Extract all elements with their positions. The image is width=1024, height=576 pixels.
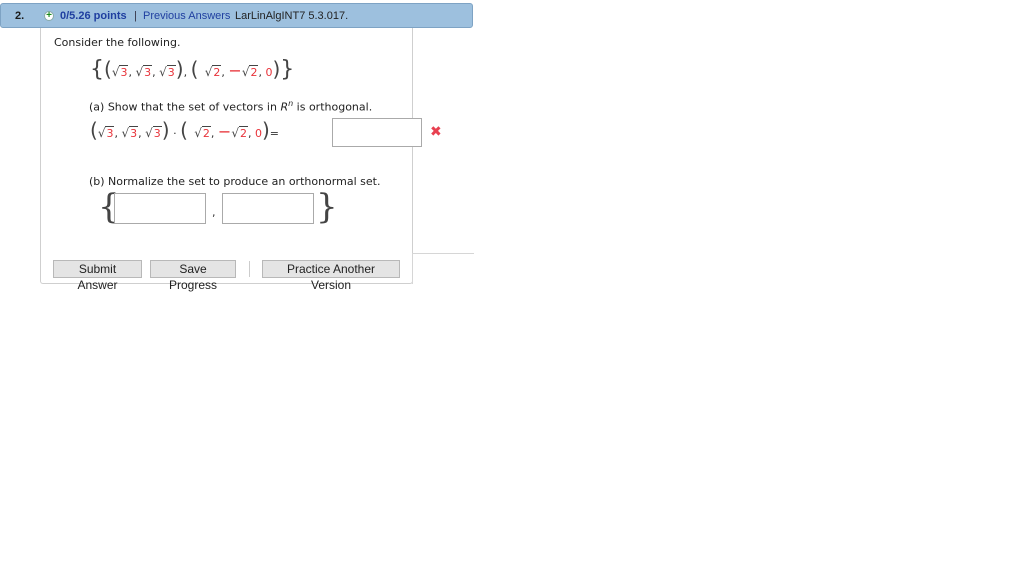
- right-paren: ): [175, 57, 184, 81]
- equals-sign: =: [269, 127, 280, 140]
- question-intro: Consider the following.: [54, 36, 181, 49]
- button-divider: [249, 261, 250, 277]
- vector2-component: 0: [254, 127, 262, 140]
- left-paren: (: [104, 57, 112, 81]
- sqrt-symbol: √: [145, 126, 153, 140]
- incorrect-x-icon: ✖: [430, 124, 442, 140]
- minus-sign: −: [217, 122, 232, 141]
- sqrt-symbol: √: [159, 65, 167, 79]
- comma: ,: [210, 127, 218, 140]
- comma: ,: [247, 127, 255, 140]
- space-symbol: R: [280, 100, 289, 114]
- problem-code: LarLinAlgINT7 5.3.017.: [235, 10, 349, 22]
- dot-product-expression: (√3, √3, √3) · ( √2, −√2, 0)=: [90, 118, 279, 142]
- part-a-prompt: (a) Show that the set of vectors in Rn i…: [89, 99, 372, 114]
- previous-answers-link[interactable]: Previous Answers: [143, 10, 230, 22]
- expand-plus-icon[interactable]: +: [44, 11, 54, 21]
- panel-divider-vertical: [412, 253, 413, 284]
- practice-another-version-button[interactable]: Practice Another Version: [262, 260, 400, 292]
- vector1-component: 3: [129, 126, 139, 140]
- dot-operator: ·: [169, 127, 181, 140]
- sqrt-symbol: √: [121, 126, 130, 140]
- save-progress-button[interactable]: Save Progress: [150, 260, 236, 292]
- part-a-label-end: is orthogonal.: [293, 100, 373, 114]
- part-b-answer-input-1[interactable]: [114, 193, 206, 224]
- submit-answer-button[interactable]: Submit Answer: [53, 260, 142, 292]
- left-paren: (: [190, 57, 205, 81]
- left-paren: (: [90, 118, 98, 142]
- question-header: 2. + 0/5.26 points | Previous Answers La…: [0, 3, 473, 28]
- points-link[interactable]: 0/5.26 points: [60, 10, 127, 22]
- sqrt-symbol: √: [194, 126, 202, 140]
- part-a-answer-input[interactable]: [332, 118, 422, 147]
- vector-set: {(√3, √3, √3), ( √2, −√2, 0)}: [90, 57, 294, 82]
- left-brace: {: [90, 57, 104, 82]
- comma: ,: [212, 206, 216, 219]
- right-paren: ): [161, 118, 170, 142]
- comma: ,: [183, 66, 191, 79]
- vector2-component: 2: [201, 126, 211, 140]
- sqrt-symbol: √: [231, 126, 239, 140]
- sqrt-symbol: √: [135, 65, 144, 79]
- question-number: 2.: [15, 10, 25, 22]
- right-brace: }: [316, 187, 338, 227]
- right-brace: }: [280, 57, 295, 82]
- vector1-component: 3: [166, 65, 176, 79]
- minus-sign: −: [228, 61, 242, 80]
- part-a-label: (a) Show that the set of vectors in: [89, 100, 281, 114]
- right-paren: ): [261, 118, 270, 142]
- left-paren: (: [180, 118, 195, 142]
- header-separator: |: [134, 10, 137, 22]
- panel-divider: [412, 253, 474, 254]
- vector1-component: 3: [152, 126, 162, 140]
- part-b-answer-input-2[interactable]: [222, 193, 314, 224]
- vector1-component: 3: [143, 65, 153, 79]
- vector2-component: 2: [238, 126, 248, 140]
